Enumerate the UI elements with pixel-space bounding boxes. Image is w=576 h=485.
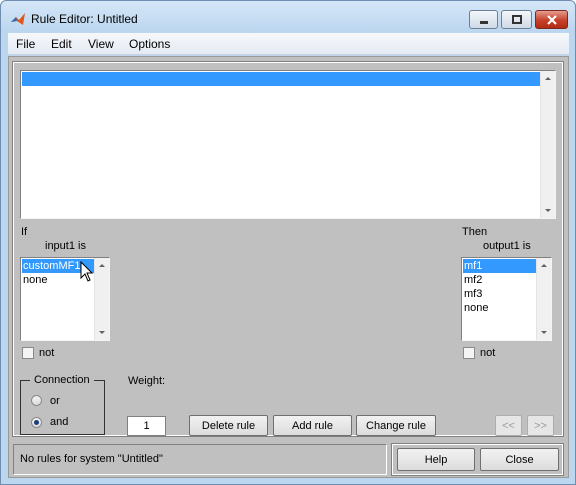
connection-and-label[interactable]: and [50, 416, 68, 428]
connection-or-radio[interactable] [31, 395, 42, 406]
rules-list[interactable] [20, 70, 556, 219]
scroll-down-icon[interactable] [545, 209, 551, 212]
output-variable-label: output1 is [483, 240, 531, 252]
output-list-scrollbar[interactable] [536, 258, 551, 340]
connection-and-radio[interactable] [31, 417, 42, 428]
radio-selected-dot [34, 420, 39, 425]
input-mf-list[interactable]: customMF1 none [20, 257, 110, 341]
client-area: If input1 is customMF1 none not Then out… [8, 56, 569, 478]
menu-file[interactable]: File [16, 37, 35, 51]
rules-list-scrollbar[interactable] [540, 71, 555, 218]
scroll-up-icon[interactable] [99, 264, 105, 267]
close-button[interactable]: Close [480, 448, 559, 471]
connection-or-label[interactable]: or [50, 395, 60, 407]
scroll-up-icon[interactable] [541, 264, 547, 267]
weight-label: Weight: [128, 375, 166, 387]
output-mf-item[interactable]: mf3 [463, 287, 537, 301]
rules-list-empty-selection[interactable] [22, 72, 540, 86]
scroll-down-icon[interactable] [541, 331, 547, 334]
output-mf-item[interactable]: mf1 [463, 259, 537, 273]
status-text: No rules for system "Untitled" [20, 453, 163, 465]
matlab-logo-icon [11, 13, 25, 25]
menu-options[interactable]: Options [129, 37, 170, 51]
scroll-down-icon[interactable] [99, 331, 105, 334]
rule-editor-window: Rule Editor: Untitled File Edit View Opt… [0, 0, 576, 485]
input-not-label: not [39, 347, 55, 359]
previous-rule-button[interactable]: << [495, 415, 522, 436]
output-mf-item[interactable]: none [463, 301, 537, 315]
output-not-checkbox[interactable] [463, 347, 475, 359]
status-bar: No rules for system "Untitled" [13, 444, 387, 475]
menu-bar: File Edit View Options [8, 33, 569, 55]
if-label: If [21, 226, 28, 238]
menu-view[interactable]: View [88, 37, 114, 51]
input-mf-item[interactable]: none [22, 273, 95, 287]
delete-rule-button[interactable]: Delete rule [189, 415, 268, 436]
weight-input[interactable]: 1 [127, 416, 166, 436]
input-variable-label: input1 is [45, 240, 86, 252]
output-not-label: not [480, 347, 496, 359]
window-title: Rule Editor: Untitled [31, 12, 138, 26]
next-rule-button[interactable]: >> [527, 415, 554, 436]
close-icon [546, 14, 557, 25]
scroll-up-icon[interactable] [545, 77, 551, 80]
minimize-button[interactable] [469, 10, 498, 29]
input-list-scrollbar[interactable] [94, 258, 109, 340]
output-mf-item[interactable]: mf2 [463, 273, 537, 287]
input-mf-item[interactable]: customMF1 [22, 259, 95, 273]
title-bar[interactable]: Rule Editor: Untitled [1, 1, 575, 35]
input-not-checkbox[interactable] [22, 347, 34, 359]
connection-title: Connection [30, 374, 94, 386]
add-rule-button[interactable]: Add rule [273, 415, 352, 436]
output-mf-list[interactable]: mf1 mf2 mf3 none [461, 257, 552, 341]
change-rule-button[interactable]: Change rule [356, 415, 436, 436]
menu-edit[interactable]: Edit [51, 37, 72, 51]
minimize-icon [479, 20, 488, 24]
help-button[interactable]: Help [397, 448, 475, 471]
maximize-button[interactable] [501, 10, 532, 29]
close-window-button[interactable] [535, 10, 568, 29]
then-label: Then [462, 226, 488, 238]
maximize-icon [511, 14, 522, 24]
